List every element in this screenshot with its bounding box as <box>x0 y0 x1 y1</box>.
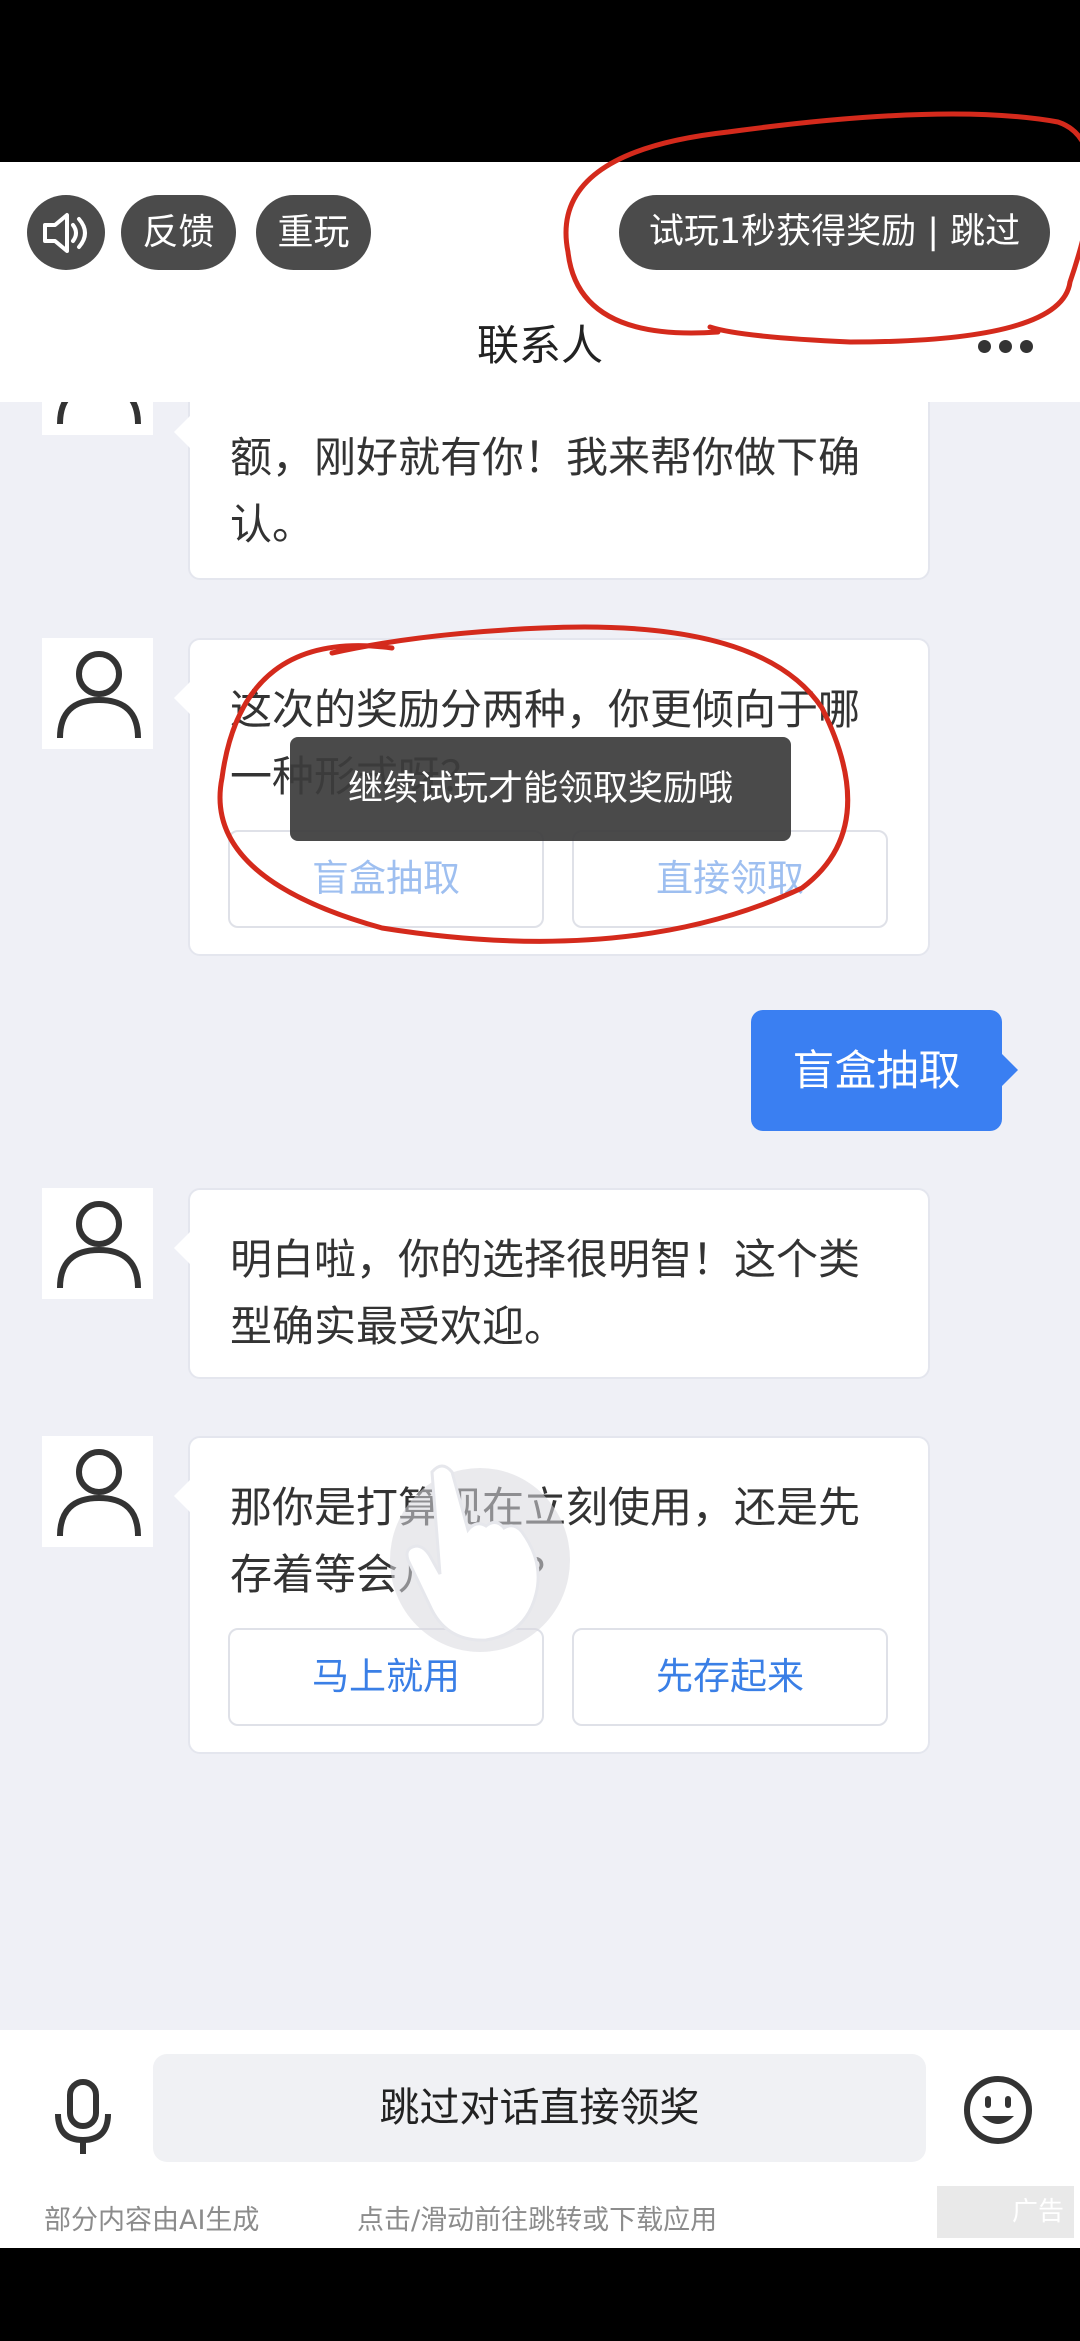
smiley-icon[interactable] <box>962 2074 1034 2146</box>
page-title: 联系人 <box>476 321 603 370</box>
avatar <box>42 1188 153 1299</box>
message-bubble: 明白啦，你的选择很明智！这个类型确实最受欢迎。 <box>174 1188 930 1379</box>
ad-label: 广告 <box>1011 2197 1064 2227</box>
microphone-icon[interactable] <box>48 2078 118 2158</box>
person-icon <box>57 1201 141 1289</box>
feedback-button[interactable]: 反馈 <box>121 195 236 270</box>
message-bubble: 额，刚好就有你！我来帮你做下确认。 <box>174 402 930 580</box>
skip-button[interactable]: 试玩1秒获得奖励 | 跳过 <box>619 195 1050 270</box>
message-text: 额，刚好就有你！我来帮你做下确认。 <box>230 433 861 549</box>
avatar <box>42 1436 153 1547</box>
person-icon <box>57 651 141 739</box>
replay-button[interactable]: 重玩 <box>256 195 371 270</box>
person-icon <box>57 1449 141 1537</box>
ad-badge: 广告 <box>937 2186 1074 2238</box>
choice-blind-box-button[interactable]: 盲盒抽取 <box>228 830 544 928</box>
ai-generated-note: 部分内容由AI生成 <box>44 2205 260 2236</box>
download-hint: 点击/滑动前往跳转或下载应用 <box>357 2205 718 2236</box>
tap-hand-icon <box>390 1464 570 1652</box>
bottom-bar: 跳过对话直接领奖 部分内容由AI生成 点击/滑动前往跳转或下载应用 广告 <box>0 2030 1080 2248</box>
chat-area[interactable]: 额，刚好就有你！我来帮你做下确认。 这次的奖励分两种，你更倾向于哪一种形式呀？ … <box>0 402 1080 2030</box>
person-icon <box>57 402 141 425</box>
nav-area <box>0 2248 1080 2341</box>
user-message-bubble: 盲盒抽取 <box>751 1010 1018 1131</box>
choice-group: 盲盒抽取 直接领取 <box>228 830 892 928</box>
message-text: 明白啦，你的选择很明智！这个类型确实最受欢迎。 <box>230 1235 861 1351</box>
header: 反馈 重玩 试玩1秒获得奖励 | 跳过 联系人 <box>0 162 1080 402</box>
toast-message: 继续试玩才能领取奖励哦 <box>290 737 791 841</box>
avatar <box>42 402 153 435</box>
choice-save-later-button[interactable]: 先存起来 <box>572 1628 888 1726</box>
status-area <box>0 0 1080 162</box>
speaker-icon <box>43 213 87 253</box>
choice-direct-claim-button[interactable]: 直接领取 <box>572 830 888 928</box>
sound-button[interactable] <box>27 195 105 270</box>
more-dots-icon[interactable] <box>978 340 1034 354</box>
skip-dialog-claim-button[interactable]: 跳过对话直接领奖 <box>153 2054 926 2162</box>
avatar <box>42 638 153 749</box>
